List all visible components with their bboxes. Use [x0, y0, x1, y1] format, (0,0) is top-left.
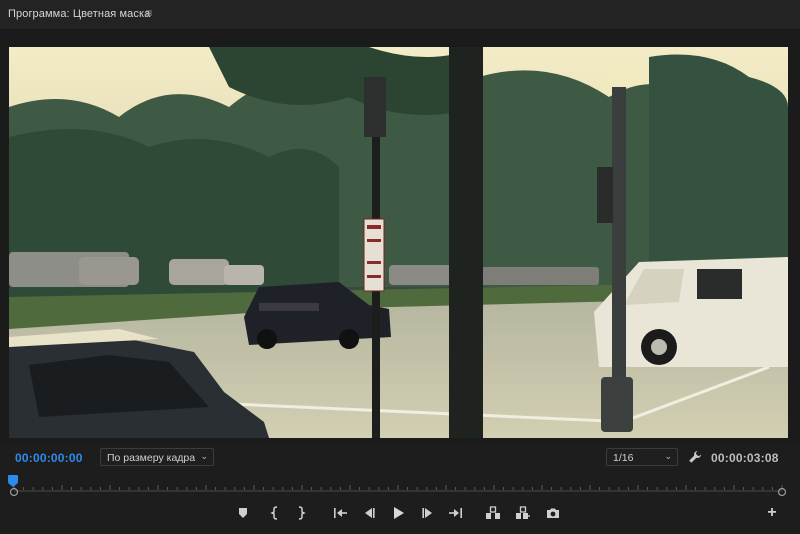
video-frame[interactable] [9, 47, 788, 438]
step-back-button[interactable] [360, 504, 378, 522]
time-ruler[interactable] [0, 474, 800, 498]
fit-dropdown-value: По размеру кадра [107, 452, 196, 464]
video-preview-image [9, 47, 788, 438]
panel-menu-icon[interactable]: ≡ [143, 6, 155, 20]
play-button[interactable] [389, 504, 407, 522]
resolution-dropdown[interactable]: 1/16 ⌄ [606, 448, 678, 466]
controls-row: 00:00:00:00 По размеру кадра ⌄ 1/16 ⌄ 00… [0, 448, 800, 470]
fit-dropdown[interactable]: По размеру кадра ⌄ [100, 448, 214, 466]
ruler-ticks [13, 485, 783, 490]
go-to-in-button[interactable] [331, 504, 349, 522]
extract-button[interactable] [514, 504, 532, 522]
mark-in-button[interactable] [266, 504, 284, 522]
transport-controls: + [0, 502, 800, 524]
camera-icon[interactable] [544, 504, 562, 522]
playhead[interactable] [8, 475, 18, 487]
current-timecode[interactable]: 00:00:00:00 [15, 451, 83, 465]
wrench-icon[interactable] [688, 450, 702, 464]
program-monitor-viewport [0, 31, 800, 444]
chevron-down-icon: ⌄ [200, 451, 208, 461]
duration-timecode: 00:00:03:08 [711, 451, 779, 465]
lift-button[interactable] [484, 504, 502, 522]
chevron-down-icon: ⌄ [664, 451, 672, 461]
panel-title[interactable]: Программа: Цветная маска [8, 8, 150, 20]
add-marker-button[interactable] [234, 504, 252, 522]
resolution-dropdown-value: 1/16 [613, 452, 634, 464]
go-to-out-button[interactable] [447, 504, 465, 522]
step-forward-button[interactable] [419, 504, 437, 522]
mark-out-button[interactable] [292, 504, 310, 522]
add-button-editor[interactable]: + [764, 504, 780, 522]
panel-header: Программа: Цветная маска ≡ [0, 0, 800, 30]
